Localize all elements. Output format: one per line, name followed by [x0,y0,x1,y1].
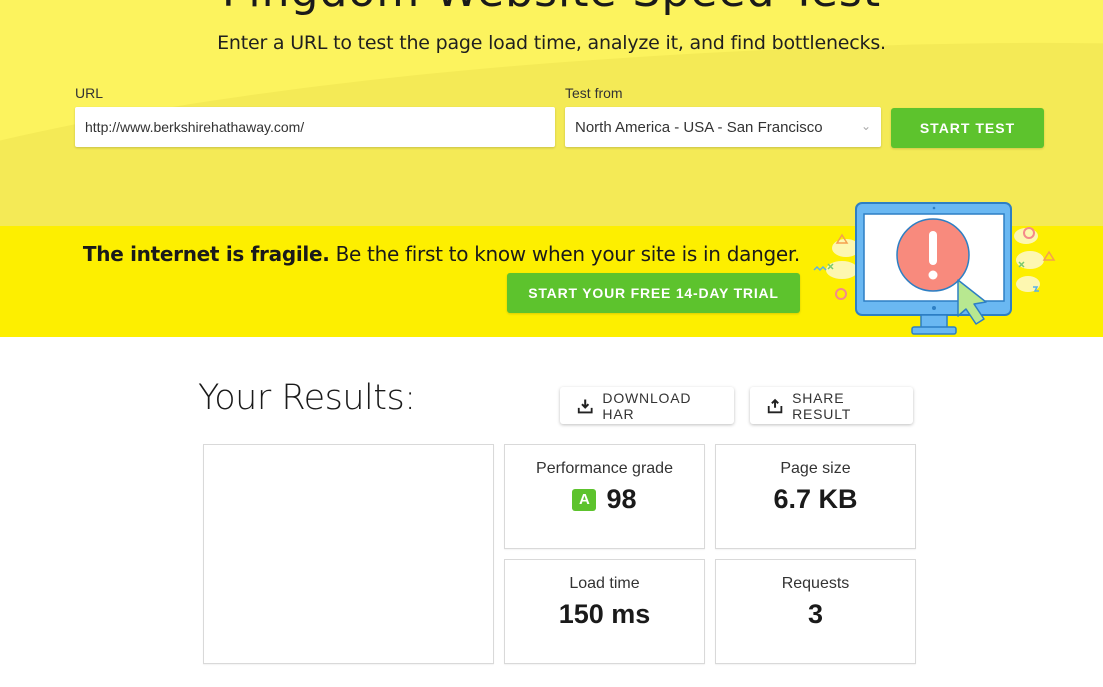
metric-label: Page size [780,460,851,477]
metric-page-size: Page size 6.7 KB [715,444,916,549]
metric-value: 6.7 KB [773,484,858,514]
monitor-base [911,326,957,335]
metric-load-time: Load time 150 ms [504,559,705,664]
url-input[interactable]: http://www.berkshirehathaway.com/ [75,107,555,147]
monitor-camera [932,206,936,210]
alert-exclamation-bar [929,231,937,265]
decor-circle [835,288,847,300]
metric-performance-grade: Performance grade A 98 [504,444,705,549]
download-har-label: DOWNLOAD HAR [602,389,692,422]
share-icon [767,398,783,413]
decor-zigzag [813,265,827,272]
metric-label: Performance grade [536,460,673,477]
share-result-label: SHARE RESULT [792,389,852,422]
metric-value: 98 [606,484,637,514]
start-test-button[interactable]: START TEST [891,108,1044,148]
decor-triangle [1042,250,1056,261]
metric-value: 150 ms [558,599,651,629]
download-icon [577,399,593,413]
download-har-button[interactable]: DOWNLOAD HAR [560,387,734,424]
results-title: Your Results: [198,378,416,418]
chevron-down-icon: ⌄ [860,119,871,133]
metric-value: 3 [807,599,824,629]
test-from-select[interactable]: North America - USA - San Francisco ⌄ [565,107,881,147]
hero-section: Pingdom Website Speed Test Enter a URL t… [0,0,1103,226]
test-from-label: Test from [565,85,623,101]
test-from-value: North America - USA - San Francisco [575,118,823,136]
grade-badge: A [572,488,597,511]
banner-message: The internet is fragile. Be the first to… [0,242,800,266]
page-screenshot-card [203,444,494,664]
alert-exclamation-dot [928,270,938,280]
start-trial-button[interactable]: START YOUR FREE 14-DAY TRIAL [507,273,800,313]
url-input-value: http://www.berkshirehathaway.com/ [85,119,305,135]
metric-requests: Requests 3 [715,559,916,664]
banner-text: Be the first to know when your site is i… [329,242,801,266]
page-heading: Pingdom Website Speed Test [0,0,1103,17]
metric-label: Load time [569,575,640,592]
monitor-stand [920,314,948,329]
monitor-alert-icon [813,202,1056,335]
decor-blob [826,261,858,279]
share-result-button[interactable]: SHARE RESULT [750,387,913,424]
url-label: URL [75,85,104,101]
hero-subtitle: Enter a URL to test the page load time, … [217,32,886,54]
metric-label: Requests [781,575,850,592]
monitor-power-dot [932,306,936,310]
banner-bold-text: The internet is fragile. [82,242,330,266]
